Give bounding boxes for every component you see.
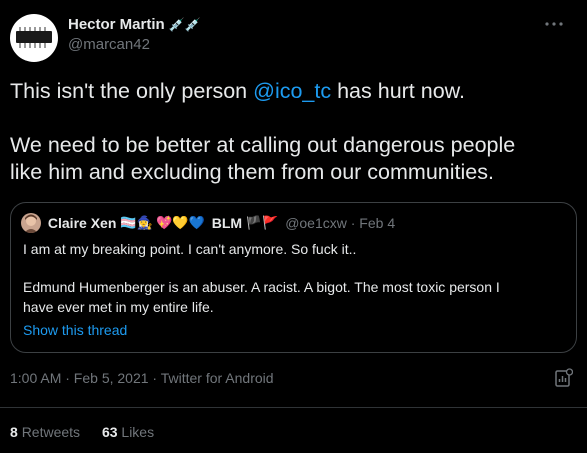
- quoted-tweet-header: Claire Xen 🏳️‍⚧️🧙‍♀️ 💖💛💙 BLM 🏴🚩 @oe1cxw …: [21, 213, 395, 233]
- tweet-stats: 8 Retweets 63 Likes: [10, 424, 172, 440]
- tweet-text-line: like him and excluding them from our com…: [10, 160, 494, 184]
- tweet-text-part: This isn't the only person: [10, 79, 254, 103]
- author-name-row[interactable]: Hector Martin 💉💉: [68, 16, 201, 33]
- tweet-text: This isn't the only person @ico_tc has h…: [10, 78, 576, 186]
- quoted-text-line: I am at my breaking point. I can't anymo…: [23, 241, 357, 257]
- quoted-author-flags: 🏴🚩: [245, 215, 279, 230]
- tweet-header: Hector Martin 💉💉 @marcan42: [10, 12, 580, 62]
- author-name-emoji: 💉💉: [168, 17, 202, 32]
- likes-count: 63: [101, 424, 118, 440]
- author-avatar[interactable]: [10, 14, 58, 62]
- mention-link[interactable]: @ico_tc: [253, 79, 331, 103]
- quoted-author-badge: BLM: [211, 215, 243, 231]
- tweet-text-part: has hurt now.: [331, 79, 465, 103]
- retweets-label: Retweets: [21, 424, 81, 440]
- author-handle[interactable]: @marcan42: [68, 36, 150, 53]
- retweets-count-link[interactable]: 8 Retweets: [10, 424, 80, 440]
- tweet-text-line: We need to be better at calling out dang…: [10, 133, 516, 157]
- analytics-icon[interactable]: [555, 368, 574, 388]
- more-icon[interactable]: [542, 14, 566, 34]
- quoted-handle-date[interactable]: @oe1cxw · Feb 4: [285, 215, 395, 231]
- divider: [0, 407, 587, 408]
- author-name[interactable]: Hector Martin: [68, 16, 165, 33]
- show-thread-link[interactable]: Show this thread: [23, 322, 127, 338]
- quoted-author-emoji: 🏳️‍⚧️🧙‍♀️ 💖💛💙: [120, 215, 205, 230]
- quoted-text-line: Edmund Humenberger is an abuser. A racis…: [23, 279, 500, 295]
- tweet-timestamp[interactable]: 1:00 AM · Feb 5, 2021 · Twitter for Andr…: [10, 370, 274, 386]
- retweets-count: 8: [10, 424, 18, 440]
- quoted-text-line: have ever met in my entire life.: [23, 299, 214, 315]
- quoted-tweet[interactable]: Claire Xen 🏳️‍⚧️🧙‍♀️ 💖💛💙 BLM 🏴🚩 @oe1cxw …: [10, 202, 577, 353]
- likes-count-link[interactable]: 63 Likes: [102, 424, 154, 440]
- quoted-author-avatar[interactable]: [21, 213, 41, 233]
- quoted-author-name[interactable]: Claire Xen: [48, 215, 116, 231]
- quoted-tweet-text: I am at my breaking point. I can't anymo…: [23, 239, 568, 317]
- likes-label: Likes: [121, 424, 155, 440]
